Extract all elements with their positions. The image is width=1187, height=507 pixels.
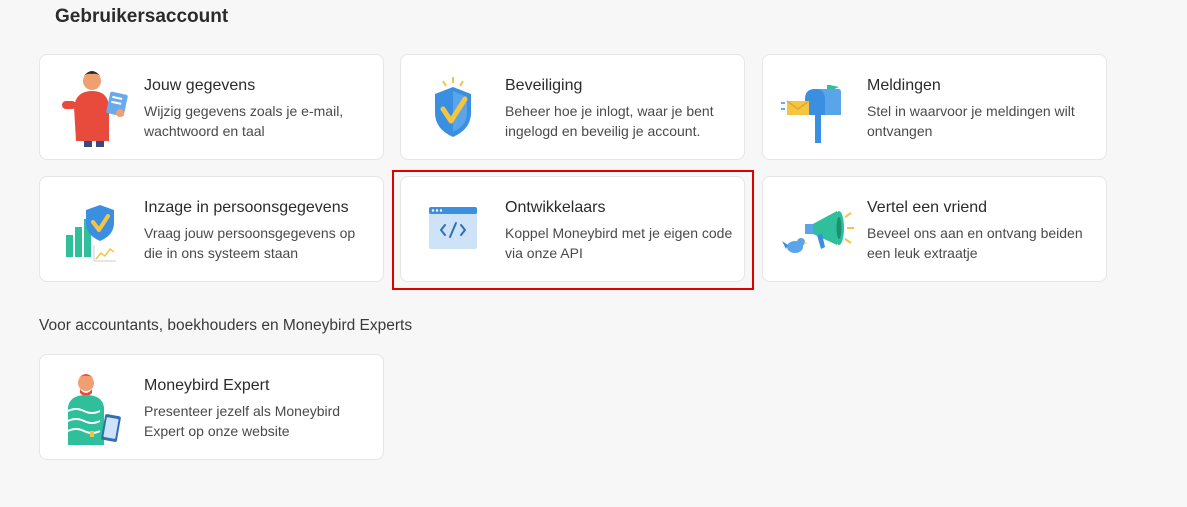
card-description: Presenteer jezelf als Moneybird Expert o…	[144, 403, 341, 439]
card-description: Wijzig gegevens zoals je e-mail, wachtwo…	[144, 103, 344, 139]
card-title: Beveiliging	[505, 77, 583, 94]
expert-person-tablet-icon	[54, 367, 138, 449]
card-beveiliging[interactable]: Beveiliging Beheer hoe je inlogt, waar j…	[400, 54, 745, 160]
section-title: Gebruikersaccount	[55, 6, 229, 27]
card-title: Meldingen	[867, 77, 941, 94]
card-title: Inzage in persoonsgegevens	[144, 199, 349, 216]
card-moneybird-expert[interactable]: Moneybird Expert Presenteer jezelf als M…	[39, 354, 384, 460]
card-title: Vertel een vriend	[867, 199, 988, 216]
card-description: Vraag jouw persoonsgegevens op die in on…	[144, 225, 356, 261]
card-title: Ontwikkelaars	[505, 199, 606, 216]
card-jouw-gegevens[interactable]: Jouw gegevens Wijzig gegevens zoals je e…	[39, 54, 384, 160]
megaphone-bird-icon	[777, 189, 861, 271]
card-inzage-persoonsgegevens[interactable]: Inzage in persoonsgegevens Vraag jouw pe…	[39, 176, 384, 282]
code-window-icon	[415, 189, 499, 271]
card-ontwikkelaars[interactable]: Ontwikkelaars Koppel Moneybird met je ei…	[400, 176, 745, 282]
person-profile-icon	[54, 67, 138, 149]
card-title: Moneybird Expert	[144, 377, 270, 394]
card-description: Koppel Moneybird met je eigen code via o…	[505, 225, 733, 261]
card-vertel-een-vriend[interactable]: Vertel een vriend Beveel ons aan en ontv…	[762, 176, 1107, 282]
shield-check-icon	[415, 67, 499, 149]
card-title: Jouw gegevens	[144, 77, 256, 94]
card-meldingen[interactable]: Meldingen Stel in waarvoor je meldingen …	[762, 54, 1107, 160]
experts-section-title: Voor accountants, boekhouders en Moneybi…	[39, 317, 413, 334]
card-description: Stel in waarvoor je meldingen wilt ontva…	[867, 103, 1075, 139]
mailbox-icon	[777, 67, 861, 149]
card-description: Beheer hoe je inlogt, waar je bent ingel…	[505, 103, 714, 139]
data-chart-shield-icon	[54, 189, 138, 271]
card-description: Beveel ons aan en ontvang beiden een leu…	[867, 225, 1083, 261]
